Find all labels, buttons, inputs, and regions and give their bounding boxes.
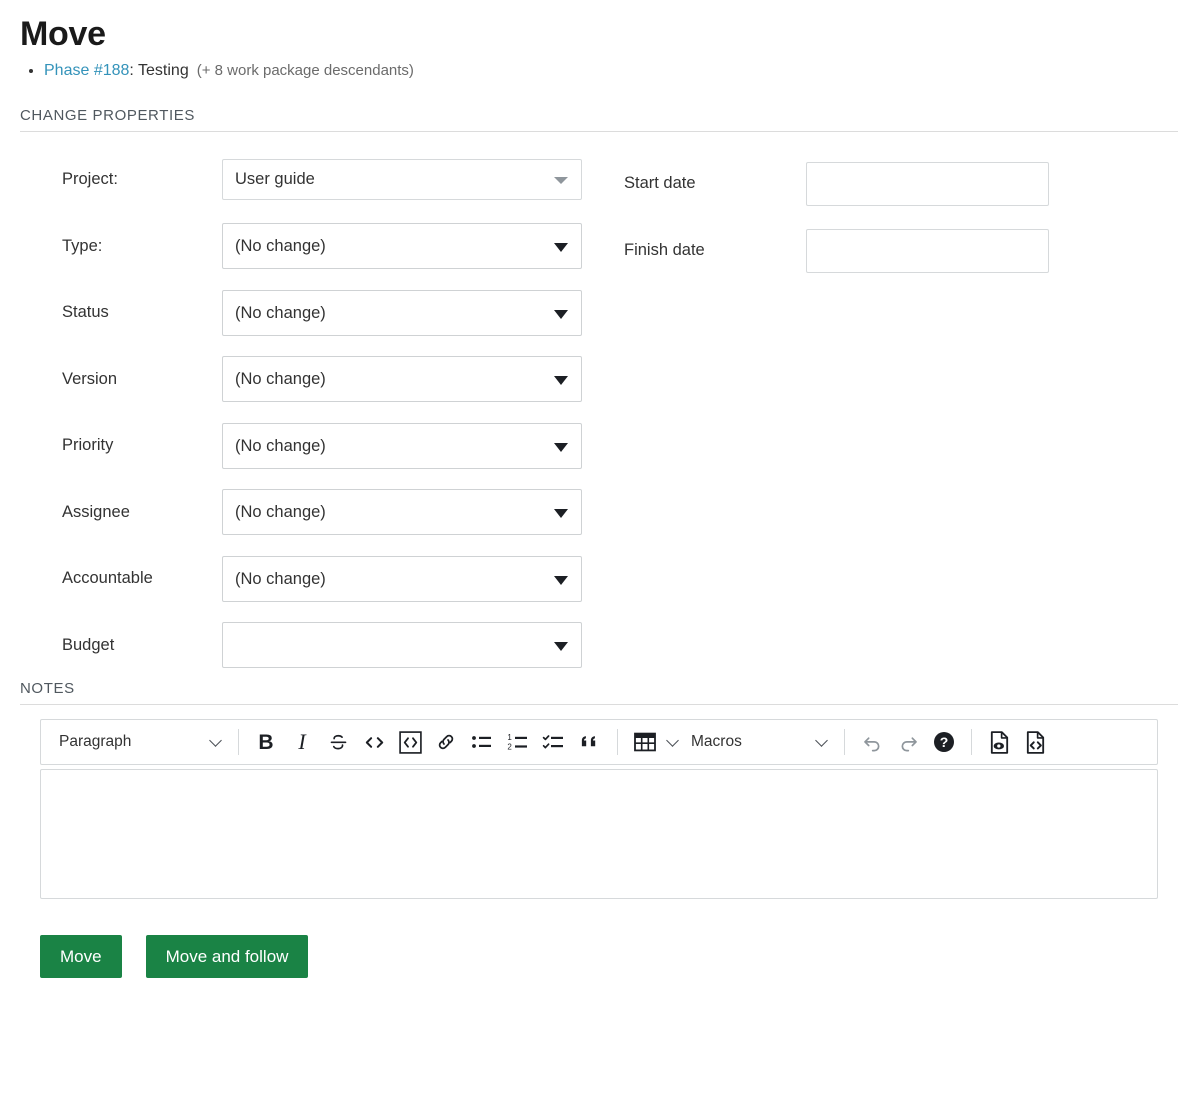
preview-icon[interactable] bbox=[981, 725, 1017, 759]
field-row-finish-date: Finish date bbox=[624, 217, 1084, 284]
paragraph-style-dropdown[interactable]: Paragraph bbox=[49, 725, 229, 759]
chevron-down-icon bbox=[667, 736, 680, 749]
move-button[interactable]: Move bbox=[40, 935, 122, 978]
section-divider bbox=[20, 131, 1178, 132]
svg-text:2: 2 bbox=[507, 743, 512, 752]
toolbar-separator bbox=[844, 729, 845, 755]
field-row-accountable: Accountable (No change) bbox=[40, 545, 620, 612]
project-select[interactable]: User guide bbox=[222, 159, 582, 200]
accountable-label: Accountable bbox=[40, 569, 222, 588]
redo-icon[interactable] bbox=[890, 725, 926, 759]
chevron-down-icon bbox=[816, 736, 829, 749]
field-row-version: Version (No change) bbox=[40, 346, 620, 413]
budget-label: Budget bbox=[40, 636, 222, 655]
work-package-subject: Testing bbox=[138, 62, 189, 79]
table-options-chevron-icon[interactable] bbox=[663, 736, 683, 749]
type-select-wrapper: (No change) bbox=[222, 223, 582, 269]
budget-select-wrapper bbox=[222, 622, 582, 668]
bold-icon[interactable]: B bbox=[248, 725, 284, 759]
toolbar-separator bbox=[971, 729, 972, 755]
notes-section: NOTES bbox=[20, 680, 1178, 705]
section-divider bbox=[20, 704, 1178, 705]
type-select[interactable]: (No change) bbox=[222, 223, 582, 269]
notes-editor: Paragraph B I bbox=[40, 719, 1158, 899]
page-title: Move bbox=[20, 16, 1178, 53]
macros-label: Macros bbox=[691, 733, 742, 751]
field-row-type: Type: (No change) bbox=[40, 213, 620, 280]
descendants-note: (+ 8 work package descendants) bbox=[197, 62, 414, 79]
assignee-select[interactable]: (No change) bbox=[222, 489, 582, 535]
toolbar-separator bbox=[617, 729, 618, 755]
toolbar-separator bbox=[238, 729, 239, 755]
editor-toolbar: Paragraph B I bbox=[40, 719, 1158, 765]
notes-content-area[interactable] bbox=[40, 769, 1158, 899]
accountable-select-wrapper: (No change) bbox=[222, 556, 582, 602]
checklist-icon[interactable] bbox=[536, 725, 572, 759]
work-package-subject-item: Phase #188: Testing (+ 8 work package des… bbox=[44, 59, 1178, 83]
version-select[interactable]: (No change) bbox=[222, 356, 582, 402]
notes-title: NOTES bbox=[20, 680, 1178, 704]
work-package-separator: : bbox=[129, 62, 138, 79]
svg-text:?: ? bbox=[940, 734, 949, 750]
form-actions: Move Move and follow bbox=[40, 935, 1158, 978]
start-date-input[interactable] bbox=[806, 162, 1049, 206]
link-icon[interactable] bbox=[428, 725, 464, 759]
markdown-source-icon[interactable] bbox=[1017, 725, 1053, 759]
work-package-subject-list: Phase #188: Testing (+ 8 work package des… bbox=[20, 59, 1178, 83]
field-row-status: Status (No change) bbox=[40, 279, 620, 346]
table-icon[interactable] bbox=[627, 725, 663, 759]
chevron-down-icon bbox=[210, 736, 223, 749]
numbered-list-icon[interactable]: 1 2 bbox=[500, 725, 536, 759]
italic-icon[interactable]: I bbox=[284, 725, 320, 759]
project-label: Project: bbox=[40, 170, 222, 189]
version-select-wrapper: (No change) bbox=[222, 356, 582, 402]
finish-date-label: Finish date bbox=[624, 241, 806, 260]
priority-select-wrapper: (No change) bbox=[222, 423, 582, 469]
field-row-priority: Priority (No change) bbox=[40, 412, 620, 479]
type-label: Type: bbox=[40, 237, 222, 256]
blockquote-icon[interactable] bbox=[572, 725, 608, 759]
properties-right-column: Start date Finish date bbox=[624, 150, 1084, 284]
change-properties-title: CHANGE PROPERTIES bbox=[20, 107, 1178, 131]
field-row-budget: Budget bbox=[40, 612, 620, 679]
priority-label: Priority bbox=[40, 436, 222, 455]
field-row-start-date: Start date bbox=[624, 150, 1084, 217]
bulleted-list-icon[interactable] bbox=[464, 725, 500, 759]
accountable-select[interactable]: (No change) bbox=[222, 556, 582, 602]
status-label: Status bbox=[40, 303, 222, 322]
assignee-select-wrapper: (No change) bbox=[222, 489, 582, 535]
inline-code-icon[interactable] bbox=[356, 725, 392, 759]
work-package-link[interactable]: Phase #188 bbox=[44, 62, 129, 79]
svg-text:1: 1 bbox=[507, 734, 512, 743]
paragraph-style-label: Paragraph bbox=[59, 733, 131, 751]
start-date-label: Start date bbox=[624, 174, 806, 193]
properties-form: Project: User guide Type: (No change) bbox=[20, 146, 1178, 676]
field-row-assignee: Assignee (No change) bbox=[40, 479, 620, 546]
field-row-project: Project: User guide bbox=[40, 146, 620, 213]
status-select[interactable]: (No change) bbox=[222, 290, 582, 336]
change-properties-section: CHANGE PROPERTIES bbox=[20, 107, 1178, 132]
budget-select[interactable] bbox=[222, 622, 582, 668]
undo-icon[interactable] bbox=[854, 725, 890, 759]
finish-date-input[interactable] bbox=[806, 229, 1049, 273]
macros-dropdown[interactable]: Macros bbox=[683, 725, 835, 759]
version-label: Version bbox=[40, 370, 222, 389]
priority-select[interactable]: (No change) bbox=[222, 423, 582, 469]
strikethrough-icon[interactable] bbox=[320, 725, 356, 759]
assignee-label: Assignee bbox=[40, 503, 222, 522]
project-select-wrapper: User guide bbox=[222, 159, 582, 200]
move-and-follow-button[interactable]: Move and follow bbox=[146, 935, 309, 978]
help-icon[interactable]: ? bbox=[926, 725, 962, 759]
status-select-wrapper: (No change) bbox=[222, 290, 582, 336]
move-work-package-page: Move Phase #188: Testing (+ 8 work packag… bbox=[0, 16, 1198, 1109]
code-block-icon[interactable] bbox=[392, 725, 428, 759]
properties-left-column: Project: User guide Type: (No change) bbox=[40, 146, 620, 678]
